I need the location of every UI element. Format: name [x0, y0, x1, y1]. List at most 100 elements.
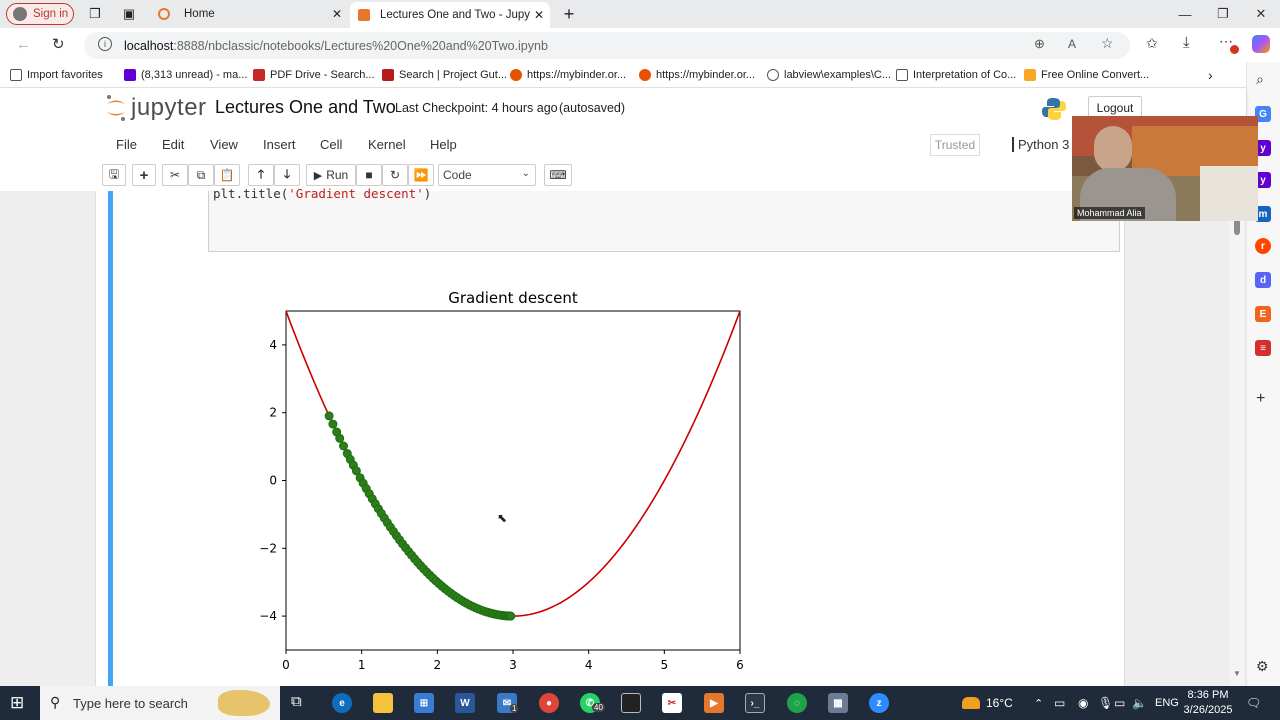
store-icon[interactable]: ⊞: [414, 693, 434, 713]
tab-home[interactable]: Home ✕: [150, 0, 348, 28]
bookmarks-bar: Import favorites (8,313 unread) - ma... …: [0, 62, 1246, 88]
favorite-star-icon[interactable]: ☆: [1101, 35, 1114, 52]
search-highlight-bird-icon: [218, 690, 270, 716]
page-scrollbar[interactable]: ▲ ▼: [1230, 191, 1244, 686]
video-person-head: [1094, 126, 1132, 172]
descent-point: [339, 441, 349, 451]
bookmark-free-online-convert[interactable]: Free Online Convert...: [1024, 66, 1149, 84]
media-player-icon[interactable]: ▶: [704, 693, 724, 713]
taskbar-clock[interactable]: 8:36 PM 3/26/2025: [1178, 688, 1238, 718]
sidebar-discord-icon[interactable]: d: [1255, 272, 1271, 288]
read-aloud-icon[interactable]: A: [1068, 37, 1076, 51]
sidebar-settings-icon[interactable]: ⚙: [1256, 658, 1269, 675]
tab-actions-icon[interactable]: ▣: [118, 0, 140, 28]
network-icon[interactable]: ▭: [1114, 686, 1125, 720]
restart-run-all-icon[interactable]: ⏩: [408, 164, 434, 186]
workspaces-icon[interactable]: ❐: [84, 0, 106, 28]
tray-chevron-icon[interactable]: ⌃: [1034, 686, 1043, 720]
volume-icon[interactable]: 🔈: [1132, 686, 1147, 720]
code-cell-input[interactable]: plt.title('Gradient descent'): [208, 186, 1120, 252]
console-icon[interactable]: ›_: [745, 693, 765, 713]
refresh-icon[interactable]: ↻: [52, 35, 65, 53]
bookmark-mybinder-2[interactable]: https://mybinder.or...: [639, 66, 755, 84]
address-bar[interactable]: i localhost:8888/nbclassic/notebooks/Lec…: [84, 32, 1130, 59]
zoom-icon[interactable]: ⊕: [1034, 36, 1045, 52]
scrollbar-thumb[interactable]: [1234, 219, 1240, 235]
save-icon[interactable]: 🖫: [102, 164, 126, 186]
cell-type-select[interactable]: Code ⌄: [438, 164, 536, 186]
tray-camera-icon[interactable]: ◉: [1078, 686, 1088, 720]
word-icon[interactable]: W: [455, 693, 475, 713]
tab-notebook[interactable]: Lectures One and Two - Jupyter N ✕: [350, 2, 550, 28]
pdf-drive-icon: [253, 69, 265, 81]
windows-start-icon[interactable]: ⊞: [10, 693, 24, 713]
more-bookmarks-chevron-icon[interactable]: ›: [1208, 66, 1213, 84]
signin-button[interactable]: Sign in: [6, 3, 74, 25]
file-explorer-icon[interactable]: [373, 693, 393, 713]
favorites-icon[interactable]: ✩: [1146, 35, 1158, 52]
task-view-icon[interactable]: ⧉: [291, 693, 302, 710]
cell-output-plot: Gradient descent 0 1 2 3 4 5 6 −4 −2 0 2 4: [240, 280, 760, 680]
sidebar-etsy-icon[interactable]: E: [1255, 306, 1271, 322]
menu-view[interactable]: View: [210, 137, 238, 152]
restart-icon[interactable]: ↻: [382, 164, 408, 186]
sidebar-search-icon[interactable]: ⌕: [1256, 71, 1264, 88]
copilot-icon[interactable]: [1252, 35, 1270, 53]
zoom-app-icon[interactable]: z: [869, 693, 889, 713]
bookmark-import-favorites[interactable]: Import favorites: [10, 66, 103, 84]
menu-edit[interactable]: Edit: [162, 137, 184, 152]
menu-cell[interactable]: Cell: [320, 137, 342, 152]
close-tab-icon[interactable]: ✕: [332, 7, 342, 21]
menu-help[interactable]: Help: [430, 137, 457, 152]
bookmark-labview-examples[interactable]: labview\examples\C...: [767, 66, 891, 84]
snipping-tool-icon[interactable]: ✂: [662, 693, 682, 713]
menu-kernel[interactable]: Kernel: [368, 137, 406, 152]
menu-file[interactable]: File: [116, 137, 137, 152]
bookmark-mybinder-1[interactable]: https://mybinder.or...: [510, 66, 626, 84]
bookmark-pdf-drive[interactable]: PDF Drive - Search...: [253, 66, 375, 84]
close-tab-icon[interactable]: ✕: [534, 8, 544, 22]
paste-icon[interactable]: 📋: [214, 164, 240, 186]
sidebar-stack-icon[interactable]: ≡: [1255, 340, 1271, 356]
new-tab-button[interactable]: +: [558, 0, 580, 28]
selected-cell-indicator: [108, 191, 113, 686]
jupyter-logo[interactable]: jupyter: [105, 93, 207, 123]
sidebar-add-icon[interactable]: +: [1256, 390, 1265, 408]
taskbar-search[interactable]: ⚲ Type here to search: [40, 686, 280, 720]
move-up-icon[interactable]: 🡑: [248, 164, 274, 186]
maximize-icon[interactable]: ❐: [1204, 0, 1242, 28]
command-palette-icon[interactable]: ⌨: [544, 164, 572, 186]
chrome-icon[interactable]: ●: [539, 693, 559, 713]
bookmark-yahoo-mail[interactable]: (8,313 unread) - ma...: [124, 66, 247, 84]
jupyter-header: jupyter Lectures One and Two Last Checkp…: [0, 88, 1246, 191]
download-icon[interactable]: ⤓: [1183, 34, 1190, 51]
bookmark-interpretation[interactable]: Interpretation of Co...: [896, 66, 1016, 84]
notebook-title[interactable]: Lectures One and Two: [215, 97, 396, 118]
copy-icon[interactable]: ⧉: [188, 164, 214, 186]
bookmark-project-gutenberg[interactable]: Search | Project Gut...: [382, 66, 507, 84]
kernel-indicator[interactable]: Python 3 (: [1012, 137, 1077, 152]
language-indicator[interactable]: ENG: [1155, 686, 1179, 720]
insert-cell-icon[interactable]: +: [132, 164, 156, 186]
descent-point: [335, 433, 345, 443]
edge-taskbar-icon[interactable]: e: [332, 693, 352, 713]
stop-icon[interactable]: ■: [356, 164, 382, 186]
green-app-icon[interactable]: ◌: [787, 693, 807, 713]
tray-device-icon[interactable]: ▭: [1054, 686, 1065, 720]
scroll-down-icon[interactable]: ▼: [1233, 669, 1241, 678]
weather-widget[interactable]: 16°C: [962, 686, 1013, 720]
terminal-app-icon[interactable]: [621, 693, 641, 713]
minimize-icon[interactable]: —: [1166, 0, 1204, 28]
close-window-icon[interactable]: ✕: [1242, 0, 1280, 28]
site-info-icon[interactable]: i: [98, 37, 112, 51]
sidebar-reddit-icon[interactable]: r: [1255, 238, 1271, 254]
back-icon[interactable]: ←: [16, 36, 31, 53]
trusted-indicator[interactable]: Trusted: [930, 134, 980, 156]
notifications-icon[interactable]: 🗨: [1246, 686, 1261, 720]
move-down-icon[interactable]: 🡓: [274, 164, 300, 186]
microphone-icon[interactable]: 🎙: [1098, 686, 1113, 720]
cut-icon[interactable]: ✂: [162, 164, 188, 186]
menu-insert[interactable]: Insert: [263, 137, 296, 152]
run-button[interactable]: ▶ Run: [306, 164, 356, 186]
photos-icon[interactable]: ▦: [828, 693, 848, 713]
